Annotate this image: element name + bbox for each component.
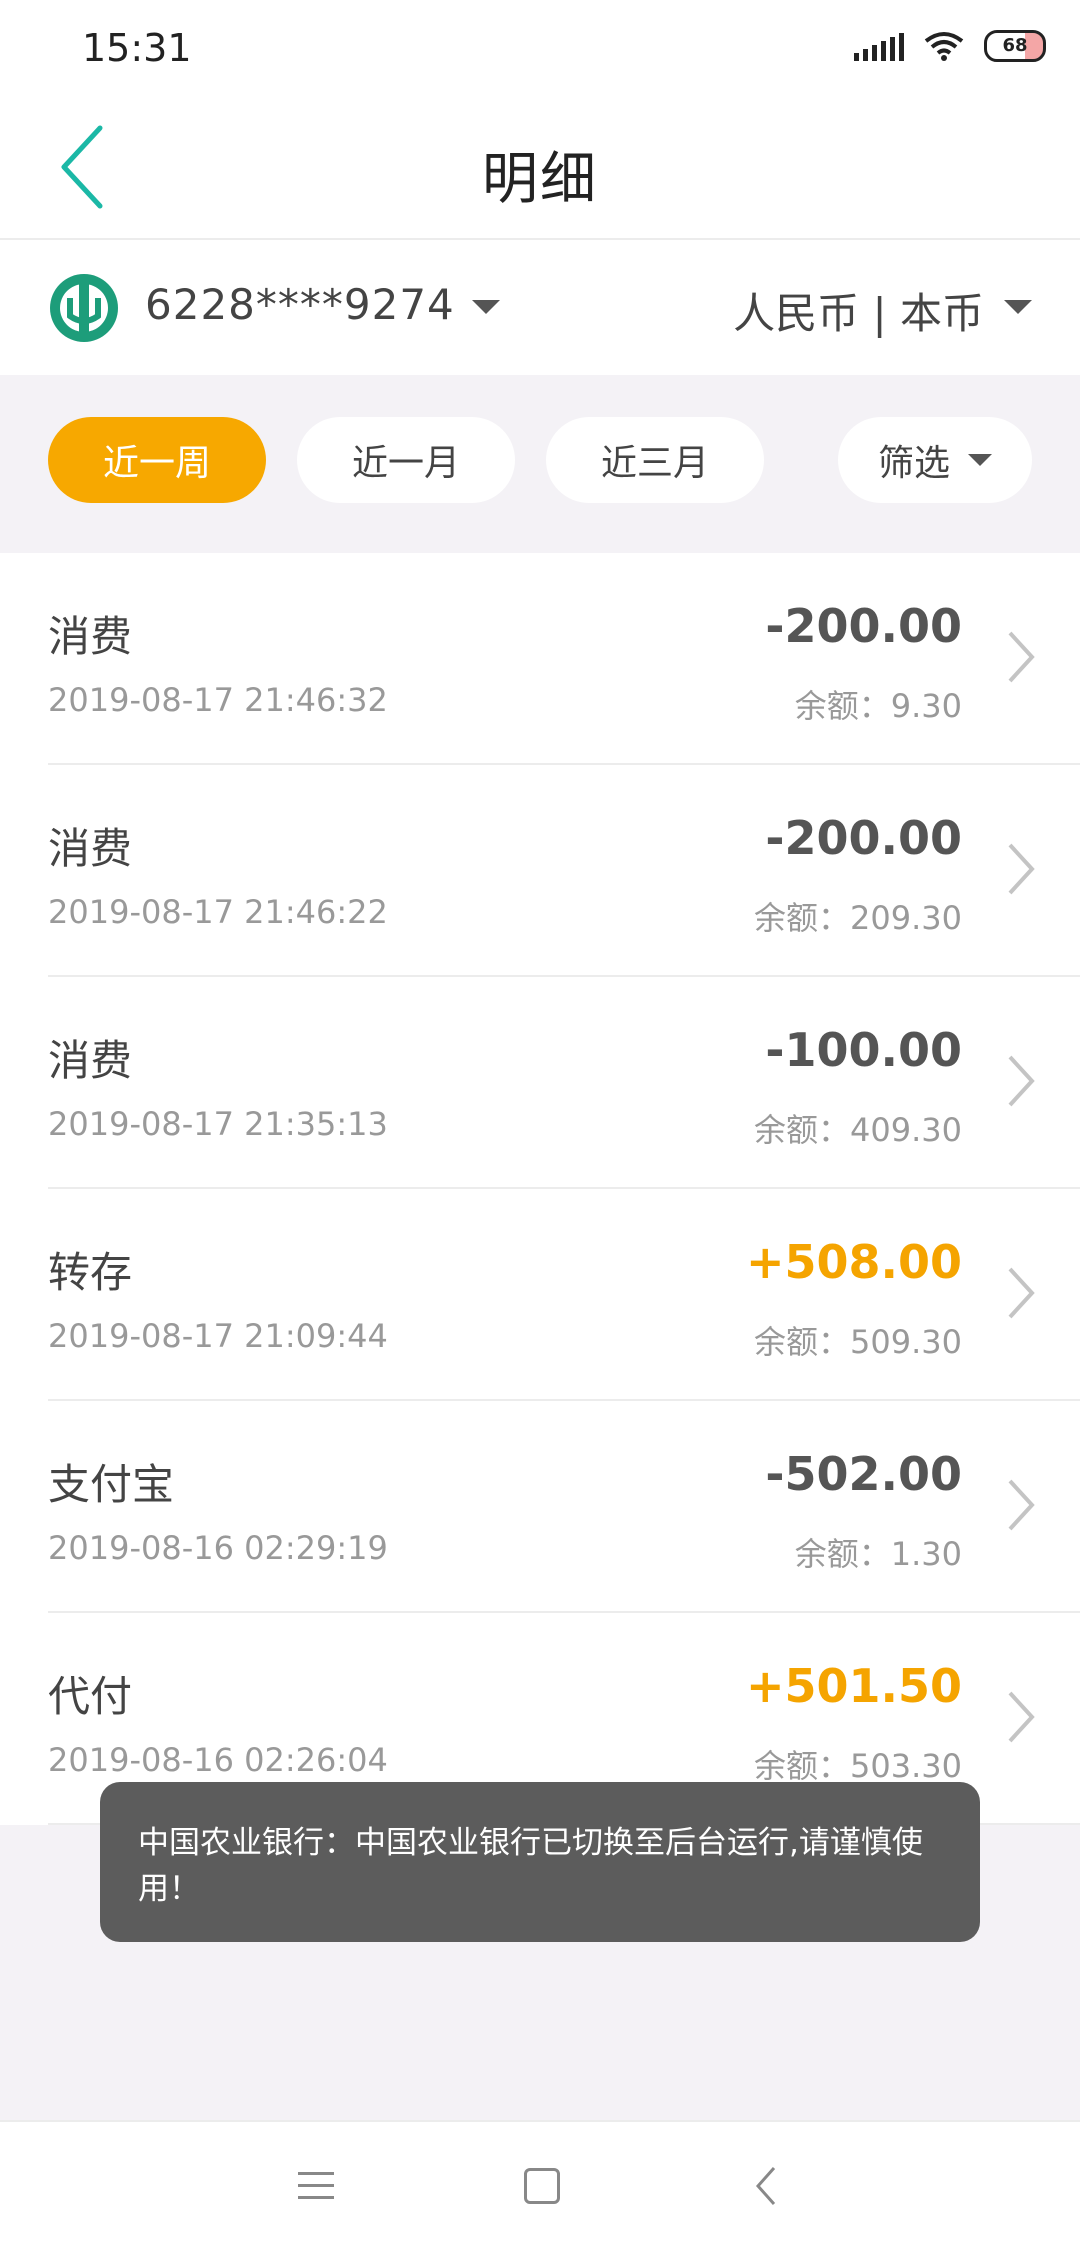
card-dropdown-icon[interactable] <box>472 300 500 314</box>
transaction-type: 转存 <box>48 1248 133 1297</box>
transaction-amount: +501.50 <box>745 1659 962 1713</box>
filter-label: 筛选 <box>877 443 950 484</box>
menu-icon[interactable] <box>298 2170 334 2202</box>
transaction-balance: 余额：209.30 <box>754 899 962 937</box>
currency-selector[interactable]: 人民币 | 本币 <box>733 280 984 341</box>
chip-past-month[interactable]: 近一月 <box>297 417 515 503</box>
filter-dropdown-icon <box>968 454 992 466</box>
currency-dropdown-icon[interactable] <box>1004 300 1032 314</box>
system-back-icon[interactable] <box>752 2164 782 2208</box>
transaction-type: 消费 <box>48 824 133 873</box>
filter-button[interactable]: 筛选 <box>838 417 1032 503</box>
chevron-right-icon <box>1008 1055 1035 1107</box>
home-icon[interactable] <box>524 2168 560 2204</box>
transaction-amount: +508.00 <box>745 1235 962 1289</box>
transaction-row[interactable]: 支付宝 2019-08-16 02:29:19 -502.00 余额：1.30 <box>0 1401 1080 1613</box>
page-title: 明细 <box>482 147 598 212</box>
account-bar: 6228****9274 人民币 | 本币 <box>0 240 1080 375</box>
transaction-balance: 余额：503.30 <box>754 1747 962 1785</box>
status-time: 15:31 <box>82 26 192 70</box>
chip-past-three-months[interactable]: 近三月 <box>546 417 764 503</box>
transaction-amount: -502.00 <box>765 1447 962 1501</box>
chevron-right-icon <box>1008 631 1035 683</box>
transaction-balance: 余额：9.30 <box>794 687 962 725</box>
chip-past-week[interactable]: 近一周 <box>48 417 266 503</box>
system-nav-bar <box>0 2120 1080 2250</box>
transaction-time: 2019-08-16 02:29:19 <box>48 1529 388 1567</box>
toast-message: 中国农业银行：中国农业银行已切换至后台运行,请谨慎使用！ <box>100 1782 980 1942</box>
transaction-row[interactable]: 转存 2019-08-17 21:09:44 +508.00 余额：509.30 <box>0 1189 1080 1401</box>
chevron-right-icon <box>1008 1267 1035 1319</box>
transaction-balance: 余额：509.30 <box>754 1323 962 1361</box>
transaction-time: 2019-08-17 21:46:32 <box>48 681 388 719</box>
nav-bar: 明细 <box>0 96 1080 240</box>
transaction-type: 消费 <box>48 1036 133 1085</box>
chevron-right-icon <box>1008 1479 1035 1531</box>
transaction-amount: -100.00 <box>765 1023 962 1077</box>
transaction-time: 2019-08-17 21:09:44 <box>48 1317 388 1355</box>
signal-icon <box>854 31 904 61</box>
transaction-row[interactable]: 消费 2019-08-17 21:35:13 -100.00 余额：409.30 <box>0 977 1080 1189</box>
transaction-row[interactable]: 消费 2019-08-17 21:46:22 -200.00 余额：209.30 <box>0 765 1080 977</box>
battery-icon: 68 <box>984 30 1046 62</box>
transaction-list: 消费 2019-08-17 21:46:32 -200.00 余额：9.30 消… <box>0 553 1080 1825</box>
status-icons: 68 <box>854 30 1046 62</box>
transaction-amount: -200.00 <box>765 811 962 865</box>
transaction-row[interactable]: 消费 2019-08-17 21:46:32 -200.00 余额：9.30 <box>0 553 1080 765</box>
transaction-amount: -200.00 <box>765 599 962 653</box>
transaction-balance: 余额：1.30 <box>794 1535 962 1573</box>
chevron-right-icon <box>1008 1691 1035 1743</box>
transaction-type: 消费 <box>48 612 133 661</box>
wifi-icon <box>924 32 964 61</box>
status-bar: 15:31 68 <box>0 0 1080 96</box>
transaction-time: 2019-08-16 02:26:04 <box>48 1741 388 1779</box>
transaction-type: 代付 <box>48 1672 133 1721</box>
chevron-right-icon <box>1008 843 1035 895</box>
transaction-balance: 余额：409.30 <box>754 1111 962 1149</box>
transaction-time: 2019-08-17 21:46:22 <box>48 893 388 931</box>
transaction-type: 支付宝 <box>48 1460 175 1509</box>
transaction-time: 2019-08-17 21:35:13 <box>48 1105 388 1143</box>
card-number[interactable]: 6228****9274 <box>145 280 455 329</box>
filter-bar: 近一周 近一月 近三月 筛选 <box>0 375 1080 553</box>
abc-bank-logo-icon <box>50 274 118 342</box>
